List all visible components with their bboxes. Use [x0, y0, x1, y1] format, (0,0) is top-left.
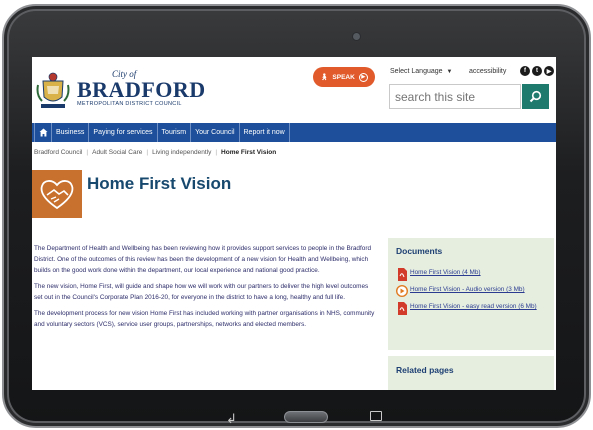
nav-paying-for-services[interactable]: Paying for services — [89, 123, 158, 142]
breadcrumb-link[interactable]: Bradford Council — [34, 149, 82, 156]
document-link[interactable]: Home First Vision - easy read version (6… — [396, 301, 546, 315]
search-input[interactable] — [389, 84, 521, 109]
pdf-icon — [396, 301, 408, 315]
twitter-icon[interactable]: t — [532, 66, 542, 76]
breadcrumb-link[interactable]: Living independently — [152, 149, 211, 156]
search-icon — [529, 90, 542, 103]
page-title: Home First Vision — [87, 174, 232, 193]
document-link-label: Home First Vision - Audio version (3 Mb) — [410, 286, 525, 293]
language-label: Select Language — [390, 68, 443, 75]
breadcrumb-link[interactable]: Adult Social Care — [92, 149, 142, 156]
nav-business[interactable]: Business — [52, 123, 90, 142]
breadcrumb: Bradford Council | Adult Social Care | L… — [34, 149, 276, 156]
search-button[interactable] — [522, 84, 549, 109]
hero-image — [32, 170, 82, 218]
article-body: The Department of Health and Wellbeing h… — [34, 243, 378, 335]
logo-subtitle: METROPOLITAN DISTRICT COUNCIL — [77, 101, 182, 107]
home-icon — [39, 128, 47, 137]
main-nav: Business Paying for services Tourism You… — [32, 123, 556, 142]
paragraph: The Department of Health and Wellbeing h… — [34, 245, 372, 274]
document-link[interactable]: Home First Vision (4 Mb) — [396, 267, 546, 281]
home-hardware-button[interactable] — [284, 411, 328, 423]
browser-screen: City of BRADFORD METROPOLITAN DISTRICT C… — [32, 57, 556, 390]
play-icon: ▶ — [358, 72, 368, 82]
nav-home[interactable] — [34, 123, 52, 142]
nav-tourism[interactable]: Tourism — [158, 123, 192, 142]
recent-apps-icon[interactable] — [370, 411, 382, 421]
breadcrumb-separator: | — [215, 149, 218, 156]
related-pages-title: Related pages — [396, 365, 454, 375]
logo-name[interactable]: BRADFORD — [77, 77, 206, 103]
breadcrumb-separator: | — [146, 149, 149, 156]
camera-icon — [353, 33, 360, 40]
accessibility-link[interactable]: accessibility — [469, 68, 506, 75]
speak-button[interactable]: 🚶︎ SPEAK ▶ — [313, 67, 375, 87]
document-link[interactable]: Home First Vision - Audio version (3 Mb) — [396, 284, 546, 298]
document-link-label: Home First Vision (4 Mb) — [410, 269, 481, 276]
heart-hands-icon — [40, 180, 74, 210]
chevron-down-icon: ▼ — [446, 69, 453, 75]
crest-icon[interactable] — [35, 71, 71, 111]
document-link-label: Home First Vision - easy read version (6… — [410, 303, 537, 310]
pdf-icon — [396, 267, 408, 281]
paragraph: The new vision, Home First, will guide a… — [34, 283, 369, 301]
documents-panel: Documents Home First Vision (4 Mb) Home … — [388, 238, 554, 350]
audio-play-icon — [396, 284, 408, 298]
nav-your-council[interactable]: Your Council — [191, 123, 240, 142]
language-select[interactable]: Select Language ▼ — [390, 68, 453, 75]
social-links: f t ▶ — [520, 66, 554, 76]
breadcrumb-separator: | — [86, 149, 89, 156]
breadcrumb-current: Home First Vision — [221, 149, 277, 156]
facebook-icon[interactable]: f — [520, 66, 530, 76]
person-icon: 🚶︎ — [320, 74, 329, 81]
youtube-icon[interactable]: ▶ — [544, 66, 554, 76]
back-icon[interactable]: ↲ — [226, 411, 237, 427]
paragraph: The development process for new vision H… — [34, 310, 375, 328]
nav-report-it-now[interactable]: Report it now — [240, 123, 290, 142]
related-pages-panel: Related pages — [388, 356, 554, 390]
speak-label: SPEAK — [332, 73, 355, 81]
documents-title: Documents — [396, 246, 443, 256]
